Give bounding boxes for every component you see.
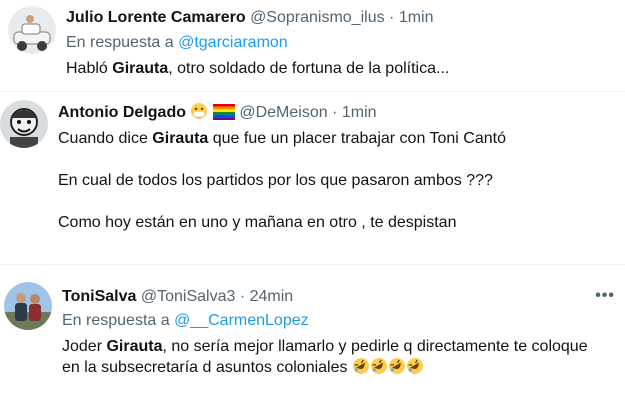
- author-name[interactable]: Julio Lorente Camarero: [66, 9, 246, 26]
- text-segment: Joder: [62, 338, 107, 355]
- text-line: en la subsecretaría d asuntos coloniales: [62, 357, 588, 381]
- rainbow-flag-icon: [212, 104, 235, 126]
- cartoon-man-avatar[interactable]: [0, 100, 48, 148]
- two-people-photo-avatar[interactable]: [4, 282, 52, 330]
- timestamp[interactable]: 1min: [399, 9, 434, 26]
- highlighted-term: Girauta: [106, 338, 163, 355]
- author-handle[interactable]: @DeMeison: [239, 104, 327, 121]
- timestamp[interactable]: 24min: [250, 288, 294, 305]
- tweet-3[interactable]: ToniSalva @ToniSalva3 · 24min ••• En res…: [0, 265, 625, 411]
- author-name[interactable]: Antonio Delgado: [58, 104, 186, 121]
- separator-dot: ·: [389, 9, 395, 26]
- text-line: Cuando dice Girauta que fue un placer tr…: [58, 128, 506, 149]
- rolling-on-floor-laughing-icon: [406, 357, 424, 381]
- tweet-text: Cuando dice Girauta que fue un placer tr…: [58, 128, 506, 233]
- more-options-icon[interactable]: •••: [595, 287, 615, 305]
- tweet-1[interactable]: Julio Lorente Camarero @Sopranismo_ilus …: [0, 0, 625, 92]
- tweet-2[interactable]: Antonio Delgado @DeMeison · 1min Cuando: [0, 92, 625, 264]
- reply-prefix: En respuesta a: [62, 312, 170, 329]
- reply-to-link[interactable]: @tgarciaramon: [178, 34, 288, 51]
- face-with-medical-mask-icon: [190, 102, 208, 126]
- text-segment: Habló: [66, 60, 113, 77]
- tweet-text: Joder Girauta, no sería mejor llamarlo y…: [62, 336, 588, 381]
- text-segment: Cuando dice: [58, 130, 153, 147]
- highlighted-term: Girauta: [152, 130, 209, 147]
- text-segment: que fue un placer trabajar con Toni Cant…: [208, 130, 506, 147]
- reply-context: En respuesta a @tgarciaramon: [66, 33, 288, 53]
- author-handle[interactable]: @Sopranismo_ilus: [250, 9, 385, 26]
- text-segment: , otro soldado de fortuna de la política…: [168, 60, 450, 77]
- rolling-on-floor-laughing-icon: [388, 357, 406, 381]
- text-segment: en la subsecretaría d asuntos coloniales: [62, 359, 348, 376]
- reply-to-link[interactable]: @__CarmenLopez: [174, 312, 309, 329]
- tweet-text: Habló Girauta, otro soldado de fortuna d…: [66, 58, 449, 79]
- highlighted-term: Girauta: [112, 60, 169, 77]
- text-line: Como hoy están en uno y mañana en otro ,…: [58, 214, 457, 231]
- reply-context: En respuesta a @__CarmenLopez: [62, 311, 309, 331]
- reply-prefix: En respuesta a: [66, 34, 174, 51]
- author-handle[interactable]: @ToniSalva3: [141, 288, 236, 305]
- text-line: Joder Girauta, no sería mejor llamarlo y…: [62, 336, 588, 357]
- car-toy-avatar[interactable]: [8, 6, 56, 54]
- text-line: En cual de todos los partidos por los qu…: [58, 172, 493, 189]
- author-name[interactable]: ToniSalva: [62, 288, 136, 305]
- separator-dot: ·: [239, 288, 246, 305]
- timestamp[interactable]: 1min: [342, 104, 377, 121]
- text-segment: , no sería mejor llamarlo y pedirle q di…: [162, 338, 588, 355]
- rolling-on-floor-laughing-icon: [370, 357, 388, 381]
- rolling-on-floor-laughing-icon: [352, 357, 370, 381]
- separator-dot: ·: [332, 104, 338, 121]
